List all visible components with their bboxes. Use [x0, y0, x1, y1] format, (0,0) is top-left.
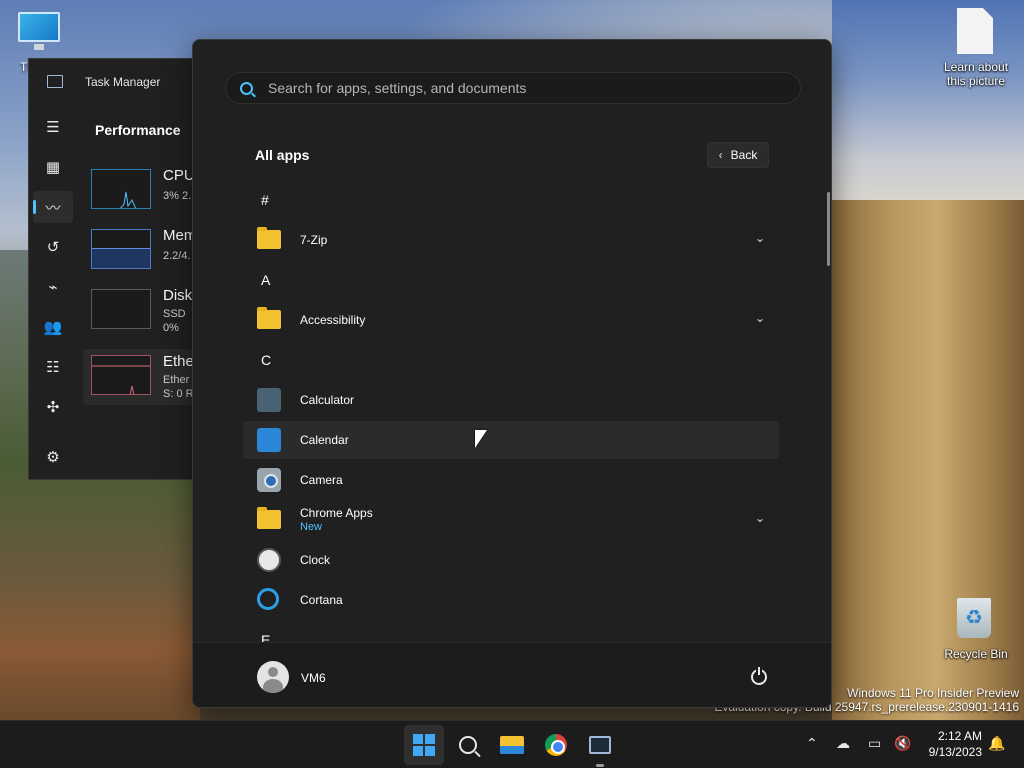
onedrive-icon[interactable]: ☁	[836, 735, 850, 752]
chrome-icon	[545, 734, 567, 756]
list-item[interactable]: Clock	[243, 541, 779, 579]
back-button-label: Back	[730, 148, 758, 162]
monitor-icon	[18, 12, 60, 42]
user-name: VM6	[301, 671, 326, 685]
cpu-graph	[91, 169, 151, 209]
avatar	[257, 661, 289, 693]
memory-graph	[91, 229, 151, 269]
camera-icon	[257, 468, 281, 492]
startup-apps-icon[interactable]: ⌁	[33, 271, 73, 303]
start-search-box[interactable]	[225, 72, 801, 104]
task-manager-window[interactable]: Task Manager ☰ ▦ 〰 ↺ ⌁ 👥 ☷ ✣ ⚙ Performan…	[28, 58, 219, 481]
search-input[interactable]	[268, 73, 788, 103]
section-letter[interactable]: A	[261, 272, 270, 288]
list-item[interactable]: Calculator	[243, 381, 779, 419]
start-footer: VM6	[193, 642, 831, 707]
taskbar-search-button[interactable]	[448, 725, 488, 765]
cortana-icon	[257, 588, 279, 610]
list-item[interactable]: Calendar	[243, 421, 779, 459]
folder-icon	[257, 307, 281, 329]
all-apps-list: # 7-Zip ⌄ A Accessibility ⌄ C Calculator…	[243, 180, 783, 642]
folder-icon	[257, 507, 281, 529]
recycle-bin-icon: ♻	[957, 598, 991, 638]
clock-time: 2:12 AM	[937, 729, 982, 743]
power-icon[interactable]	[751, 667, 767, 685]
settings-icon[interactable]: ⚙	[33, 441, 73, 473]
list-item[interactable]: Camera	[243, 461, 779, 499]
nav-rail: ☰ ▦ 〰 ↺ ⌁ 👥 ☷ ✣ ⚙	[29, 101, 77, 481]
chrome-button[interactable]	[536, 725, 576, 765]
hamburger-menu-icon[interactable]: ☰	[33, 111, 73, 143]
all-apps-title: All apps	[255, 147, 310, 163]
details-icon[interactable]: ☷	[33, 351, 73, 383]
desktop-icon-label: Learn about this picture	[943, 60, 1009, 88]
search-icon	[459, 736, 477, 754]
running-indicator	[596, 764, 604, 767]
file-explorer-icon	[500, 736, 524, 754]
wallpaper-sky	[832, 0, 1024, 200]
network-icon[interactable]: ▭	[868, 735, 881, 752]
taskbar: ⌃ ☁ ▭ 🔇 2:12 AM 9/13/2023 🔔	[0, 720, 1024, 768]
mouse-cursor	[475, 430, 487, 448]
start-button[interactable]	[404, 725, 444, 765]
calculator-icon	[257, 388, 281, 412]
disk-graph	[91, 289, 151, 329]
task-manager-icon	[47, 75, 63, 88]
volume-muted-icon[interactable]: 🔇	[894, 735, 911, 752]
section-letter[interactable]: C	[261, 352, 271, 368]
start-menu: All apps ‹ Back # 7-Zip ⌄ A Accessibilit…	[192, 39, 832, 708]
chevron-up-icon[interactable]: ⌃	[806, 735, 818, 752]
notifications-bell-icon[interactable]: 🔔	[988, 735, 1005, 752]
windows-logo-icon	[413, 734, 435, 756]
folder-icon	[257, 227, 281, 249]
list-item[interactable]: 7-Zip ⌄	[243, 221, 779, 259]
back-button[interactable]: ‹ Back	[707, 142, 769, 168]
list-item[interactable]: Accessibility ⌄	[243, 301, 779, 339]
file-explorer-button[interactable]	[492, 725, 532, 765]
services-icon[interactable]: ✣	[33, 391, 73, 423]
section-letter[interactable]: E	[261, 632, 270, 642]
task-manager-icon	[589, 736, 611, 754]
document-icon	[957, 8, 993, 54]
list-item[interactable]: Cortana	[243, 581, 779, 619]
search-icon	[240, 82, 253, 95]
new-badge: New	[300, 521, 323, 533]
window-title: Task Manager	[85, 75, 161, 89]
calendar-icon	[257, 428, 281, 452]
list-item[interactable]: Chrome Apps New ⌄	[243, 501, 779, 539]
users-icon[interactable]: 👥	[33, 311, 73, 343]
wallpaper-cliff	[832, 200, 1024, 720]
app-history-icon[interactable]: ↺	[33, 231, 73, 263]
performance-icon[interactable]: 〰	[33, 191, 73, 223]
ethernet-graph	[91, 355, 151, 395]
chevron-down-icon: ⌄	[754, 311, 765, 325]
clock-date: 9/13/2023	[928, 745, 982, 759]
section-letter[interactable]: #	[261, 192, 269, 208]
processes-icon[interactable]: ▦	[33, 151, 73, 183]
chevron-down-icon: ⌄	[754, 511, 765, 525]
clock-icon	[257, 548, 281, 572]
scrollbar[interactable]	[827, 192, 830, 266]
chevron-down-icon: ⌄	[754, 231, 765, 245]
desktop-icon-label: Recycle Bin	[944, 647, 1008, 661]
task-manager-taskbar-button[interactable]	[580, 725, 620, 765]
page-title: Performance	[95, 122, 181, 138]
chevron-left-icon: ‹	[718, 148, 723, 162]
